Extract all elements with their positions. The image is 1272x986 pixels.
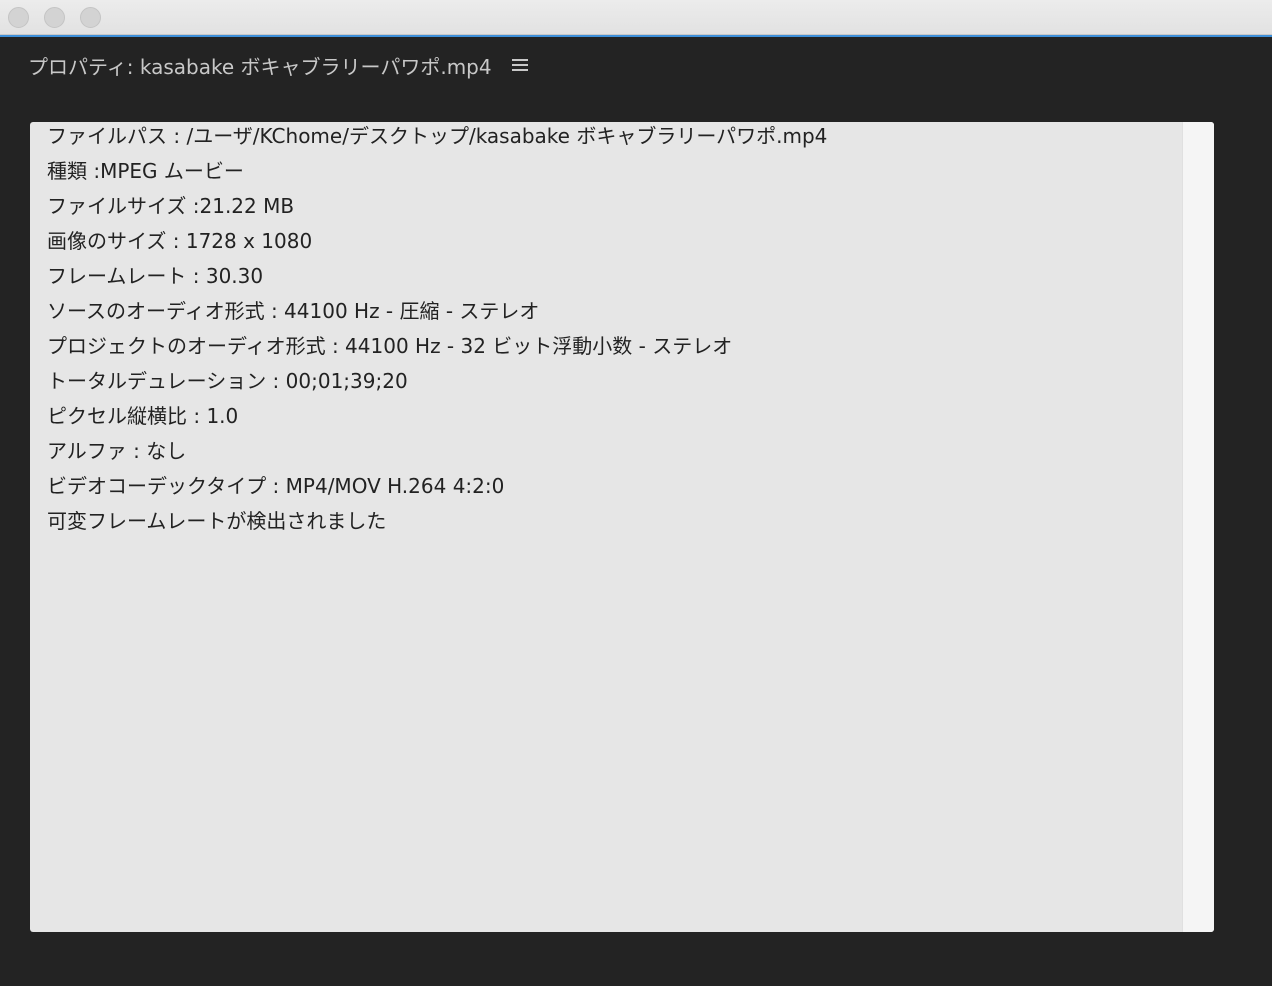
property-file-size: ファイルサイズ :21.22 MB [47, 194, 295, 218]
properties-list: ファイルパス : /ユーザ/KChome/デスクトップ/kasabake ボキャ… [47, 122, 827, 542]
property-total-duration: トータルデュレーション : 00;01;39;20 [47, 369, 408, 393]
panel-header: プロパティ: kasabake ボキャブラリーパワポ.mp4 [28, 50, 528, 80]
properties-content: ファイルパス : /ユーザ/KChome/デスクトップ/kasabake ボキャ… [30, 122, 1214, 932]
property-type: 種類 :MPEG ムービー [47, 159, 244, 183]
properties-window: プロパティ: kasabake ボキャブラリーパワポ.mp4 ファイルパス : … [0, 0, 1272, 986]
property-frame-rate: フレームレート : 30.30 [47, 264, 264, 288]
close-button[interactable] [8, 7, 29, 28]
hamburger-menu-icon[interactable] [511, 58, 528, 72]
panel-title: プロパティ: kasabake ボキャブラリーパワポ.mp4 [28, 54, 492, 79]
vertical-scrollbar[interactable] [1182, 122, 1214, 932]
active-panel-highlight [0, 35, 1272, 37]
zoom-button[interactable] [80, 7, 101, 28]
minimize-button[interactable] [44, 7, 65, 28]
property-source-audio: ソースのオーディオ形式 : 44100 Hz - 圧縮 - ステレオ [47, 299, 540, 323]
property-pixel-aspect: ピクセル縦横比 : 1.0 [47, 404, 239, 428]
property-file-path: ファイルパス : /ユーザ/KChome/デスクトップ/kasabake ボキャ… [47, 124, 828, 148]
property-variable-framerate: 可変フレームレートが検出されました [47, 509, 387, 533]
property-image-size: 画像のサイズ : 1728 x 1080 [47, 229, 313, 253]
property-video-codec: ビデオコーデックタイプ : MP4/MOV H.264 4:2:0 [47, 474, 505, 498]
property-project-audio: プロジェクトのオーディオ形式 : 44100 Hz - 32 ビット浮動小数 -… [47, 334, 733, 358]
property-alpha: アルファ : なし [47, 439, 187, 463]
title-bar[interactable] [0, 0, 1272, 35]
